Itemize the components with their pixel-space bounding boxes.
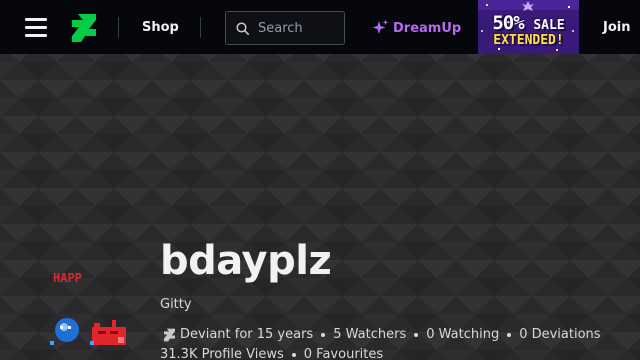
promo-word: SALE	[533, 18, 565, 33]
promo-percent: 50%	[492, 12, 524, 34]
promo-line1: 50% SALE	[478, 12, 579, 34]
dreamup-link[interactable]: DreamUp	[371, 19, 461, 37]
search-input[interactable]	[258, 20, 342, 37]
hamburger-menu-icon[interactable]	[25, 18, 47, 37]
blue-bird-badge-icon	[50, 318, 79, 345]
deviant-since: Deviant for 15 years	[180, 327, 314, 342]
profile-banner	[0, 54, 640, 360]
nav-divider	[200, 17, 201, 38]
top-navigation-bar: Shop DreamUp 50% SALE	[0, 0, 640, 54]
separator-dot	[507, 333, 512, 337]
promo-banner[interactable]: 50% SALE EXTENDED!	[478, 0, 579, 54]
profile-stats: Deviant for 15 years 5 Watchers 0 Watchi…	[160, 325, 620, 360]
profile-username: bdayplz	[160, 238, 332, 284]
separator-dot	[321, 333, 326, 337]
promo-line2: EXTENDED!	[493, 33, 564, 48]
nav-divider	[118, 17, 119, 38]
profile-stats-row-1: Deviant for 15 years 5 Watchers 0 Watchi…	[160, 325, 620, 345]
shop-link[interactable]: Shop	[142, 20, 179, 35]
separator-dot	[291, 353, 296, 357]
favourites-count[interactable]: 0 Favourites	[304, 345, 383, 360]
sparkle-icon	[372, 19, 389, 34]
deviations-count[interactable]: 0 Deviations	[519, 325, 600, 345]
red-cat-badge-icon	[90, 320, 126, 345]
deviantart-logo-icon[interactable]	[72, 14, 96, 42]
profile-tagline: Gitty	[160, 297, 192, 312]
banner-pattern-decoration	[0, 54, 640, 360]
search-box[interactable]	[225, 11, 345, 45]
profile-stats-row-2: 31.3K Profile Views 0 Favourites	[160, 345, 620, 360]
watching-count[interactable]: 0 Watching	[426, 325, 499, 345]
search-icon	[236, 22, 249, 35]
avatar[interactable]: HAPP	[53, 271, 82, 285]
watchers-count[interactable]: 5 Watchers	[333, 325, 406, 345]
separator-dot	[414, 333, 419, 337]
deviantart-logo-icon	[164, 328, 175, 342]
dreamup-label: DreamUp	[393, 20, 462, 36]
profile-views-count: 31.3K Profile Views	[160, 347, 284, 360]
join-button[interactable]: Join	[603, 20, 630, 35]
